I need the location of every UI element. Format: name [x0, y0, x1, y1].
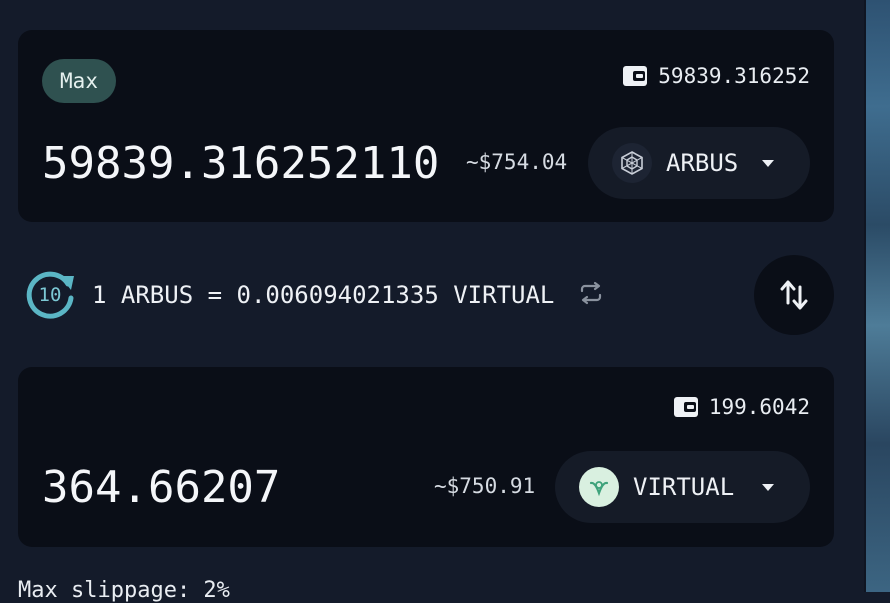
swap-rate-direction-icon[interactable]	[578, 281, 604, 309]
to-token-symbol: VIRTUAL	[633, 473, 735, 501]
from-token-selector[interactable]: ARBUS	[588, 127, 810, 199]
to-amount-output: 364.66207	[42, 462, 281, 513]
from-balance: 59839.316252	[622, 64, 810, 88]
exchange-rate-text: 1 ARBUS = 0.006094021335 VIRTUAL	[92, 281, 555, 309]
to-balance: 199.6042	[673, 395, 810, 419]
chevron-down-icon	[762, 483, 774, 491]
to-usd-value: ~$750.91	[434, 474, 536, 498]
wallet-icon	[622, 64, 648, 88]
max-slippage-text: Max slippage: 2%	[18, 578, 230, 603]
to-token-panel: 199.6042 364.66207 ~$750.91 VIRTUAL	[18, 367, 834, 547]
swap-arrows-icon	[780, 280, 808, 310]
from-amount-input[interactable]: 59839.316252110	[42, 138, 439, 189]
arbus-logo-icon	[612, 143, 652, 183]
flip-tokens-button[interactable]	[754, 255, 834, 335]
to-token-selector[interactable]: VIRTUAL	[555, 451, 810, 523]
from-token-symbol: ARBUS	[666, 149, 739, 177]
from-balance-value: 59839.316252	[658, 64, 810, 88]
exchange-rate-row: 10 1 ARBUS = 0.006094021335 VIRTUAL	[24, 268, 604, 322]
refresh-countdown-icon[interactable]: 10	[24, 268, 78, 322]
refresh-countdown-value: 10	[38, 284, 62, 306]
to-balance-value: 199.6042	[708, 395, 810, 419]
max-slippage-setting[interactable]: Max slippage: 2%	[18, 578, 230, 603]
from-usd-value: ~$754.04	[466, 150, 568, 174]
wallet-icon	[673, 395, 699, 419]
from-token-panel: Max 59839.316252 59839.316252110 ~$754.0…	[18, 30, 834, 222]
chevron-down-icon	[762, 159, 774, 167]
max-button[interactable]: Max	[42, 59, 116, 103]
virtual-logo-icon	[579, 467, 619, 507]
background-edge-image	[866, 0, 890, 592]
